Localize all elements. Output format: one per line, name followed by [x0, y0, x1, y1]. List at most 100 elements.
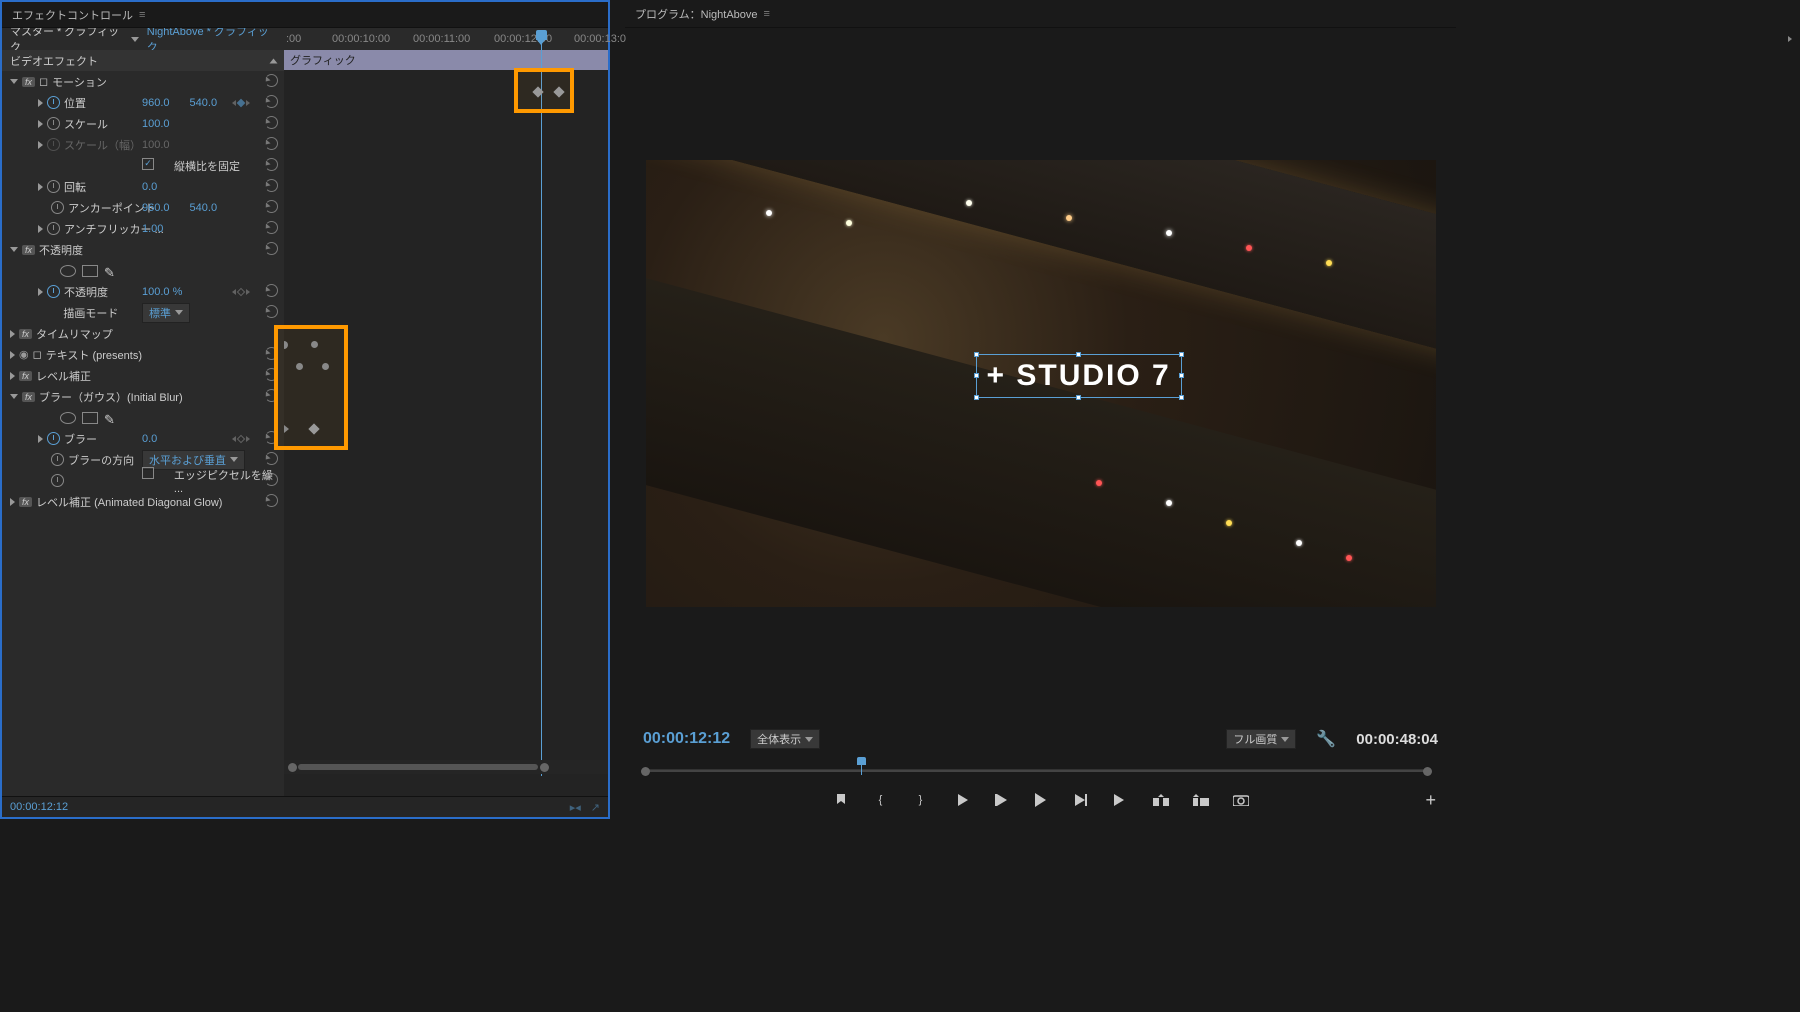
- reset-icon[interactable]: [265, 137, 278, 150]
- timeline-scrollbar[interactable]: [284, 760, 608, 774]
- export-icon[interactable]: ↗: [591, 801, 600, 814]
- add-marker-button[interactable]: [832, 791, 850, 809]
- selection-handle[interactable]: [1179, 352, 1184, 357]
- keyframe-icon[interactable]: [284, 425, 289, 433]
- twirl-right-icon[interactable]: [38, 120, 43, 128]
- out-point-handle[interactable]: [1423, 767, 1432, 776]
- position-x-value[interactable]: 960.0: [142, 97, 170, 109]
- stopwatch-icon[interactable]: [47, 117, 60, 130]
- fit-dropdown[interactable]: 全体表示: [750, 729, 820, 749]
- wrench-icon[interactable]: 🔧: [1316, 729, 1336, 749]
- video-effects-section[interactable]: ビデオエフェクト: [2, 50, 284, 71]
- reset-icon[interactable]: [265, 116, 278, 129]
- twirl-right-icon[interactable]: [38, 225, 43, 233]
- reset-icon[interactable]: [265, 179, 278, 192]
- rect-mask-icon[interactable]: [82, 265, 98, 277]
- eye-icon[interactable]: ◉: [19, 348, 29, 361]
- mark-in-button[interactable]: {: [872, 791, 890, 809]
- prev-keyframe-icon[interactable]: [232, 436, 236, 442]
- rect-mask-icon[interactable]: [82, 412, 98, 424]
- selection-handle[interactable]: [1179, 373, 1184, 378]
- blur-effect-row[interactable]: fx ブラー（ガウス）(Initial Blur): [2, 386, 284, 407]
- anchor-x-value[interactable]: 960.0: [142, 202, 170, 214]
- keyframe-icon[interactable]: [553, 87, 564, 98]
- motion-effect-row[interactable]: fx ◻ モーション: [2, 71, 284, 92]
- twirl-right-icon[interactable]: [10, 498, 15, 506]
- levels-effect-row[interactable]: fx レベル補正: [2, 365, 284, 386]
- collapse-icon[interactable]: [270, 58, 278, 63]
- twirl-right-icon[interactable]: [38, 288, 43, 296]
- button-editor-button[interactable]: +: [1425, 790, 1436, 811]
- lift-button[interactable]: [1152, 791, 1170, 809]
- stopwatch-icon[interactable]: [47, 432, 60, 445]
- in-point-handle[interactable]: [641, 767, 650, 776]
- add-keyframe-icon[interactable]: [237, 435, 245, 443]
- keyframe-icon[interactable]: [322, 363, 329, 370]
- edge-pixels-checkbox[interactable]: [142, 467, 154, 479]
- twirl-down-icon[interactable]: [10, 79, 18, 84]
- opacity-value-row[interactable]: 不透明度 100.0 %: [2, 281, 284, 302]
- uniform-scale-row[interactable]: ✓ 縦横比を固定: [2, 155, 284, 176]
- reset-icon[interactable]: [265, 221, 278, 234]
- add-keyframe-icon[interactable]: [237, 288, 245, 296]
- selection-handle[interactable]: [974, 395, 979, 400]
- blurriness-value[interactable]: 0.0: [142, 433, 157, 445]
- footer-timecode[interactable]: 00:00:12:12: [10, 801, 68, 813]
- selection-handle[interactable]: [1076, 395, 1081, 400]
- add-keyframe-icon[interactable]: [237, 99, 245, 107]
- scroll-thumb[interactable]: [298, 764, 538, 770]
- scroll-handle-left[interactable]: [288, 763, 297, 772]
- scroll-handle-right[interactable]: [540, 763, 549, 772]
- selection-handle[interactable]: [974, 373, 979, 378]
- program-playhead[interactable]: [861, 759, 862, 775]
- anchor-row[interactable]: アンカーポイント 960.0540.0: [2, 197, 284, 218]
- stopwatch-icon[interactable]: [51, 201, 64, 214]
- opacity-effect-row[interactable]: fx 不透明度: [2, 239, 284, 260]
- position-y-value[interactable]: 540.0: [190, 97, 218, 109]
- reset-icon[interactable]: [265, 158, 278, 171]
- quality-dropdown[interactable]: フル画質: [1226, 729, 1296, 749]
- reset-icon[interactable]: [265, 74, 278, 87]
- opacity-value[interactable]: 100.0 %: [142, 286, 182, 298]
- keyframe-icon[interactable]: [296, 363, 303, 370]
- effect-controls-timeline[interactable]: :00 00:00:10:00 00:00:11:00 00:00:12:00 …: [284, 28, 608, 796]
- anchor-y-value[interactable]: 540.0: [190, 202, 218, 214]
- levels2-effect-row[interactable]: fx レベル補正 (Animated Diagonal Glow): [2, 491, 284, 512]
- stopwatch-icon[interactable]: [51, 453, 64, 466]
- stopwatch-icon[interactable]: [47, 285, 60, 298]
- reset-icon[interactable]: [265, 242, 278, 255]
- selection-handle[interactable]: [1076, 352, 1081, 357]
- ellipse-mask-icon[interactable]: [60, 412, 76, 424]
- twirl-right-icon[interactable]: [10, 330, 15, 338]
- stopwatch-icon[interactable]: [47, 222, 60, 235]
- keyframe-icon[interactable]: [308, 424, 319, 435]
- clip-selector-row[interactable]: マスター * グラフィック NightAbove * グラフィック: [2, 28, 284, 50]
- twirl-right-icon[interactable]: [38, 99, 43, 107]
- antiflicker-row[interactable]: アンチフリッカー ... 1.00: [2, 218, 284, 239]
- time-remap-row[interactable]: fx タイムリマップ: [2, 323, 284, 344]
- uniform-scale-checkbox[interactable]: ✓: [142, 158, 154, 170]
- reset-icon[interactable]: [265, 284, 278, 297]
- play-button[interactable]: [1032, 791, 1050, 809]
- panel-menu-icon[interactable]: ≡: [764, 8, 770, 20]
- program-timeline[interactable]: [635, 759, 1446, 787]
- text-overlay-selection[interactable]: + STUDIO 7: [976, 354, 1182, 398]
- twirl-right-icon[interactable]: [10, 372, 15, 380]
- twirl-down-icon[interactable]: [10, 247, 18, 252]
- position-row[interactable]: 位置 960.0540.0: [2, 92, 284, 113]
- timeline-ruler[interactable]: :00 00:00:10:00 00:00:11:00 00:00:12:00 …: [284, 28, 608, 50]
- prev-keyframe-icon[interactable]: [232, 289, 236, 295]
- prev-keyframe-icon[interactable]: [232, 100, 236, 106]
- timeline-track[interactable]: [645, 769, 1428, 772]
- playhead-sync-icon[interactable]: ▸◂: [570, 801, 581, 814]
- program-view[interactable]: + STUDIO 7: [625, 28, 1456, 719]
- pen-mask-icon[interactable]: ✎: [104, 412, 120, 424]
- blend-mode-row[interactable]: 描画モード 標準: [2, 302, 284, 323]
- go-to-in-button[interactable]: [952, 791, 970, 809]
- twirl-down-icon[interactable]: [10, 394, 18, 399]
- stopwatch-icon[interactable]: [47, 96, 60, 109]
- go-to-out-button[interactable]: [1112, 791, 1130, 809]
- next-keyframe-icon[interactable]: [246, 100, 250, 106]
- blurriness-row[interactable]: ブラー 0.0: [2, 428, 284, 449]
- rotation-row[interactable]: 回転 0.0: [2, 176, 284, 197]
